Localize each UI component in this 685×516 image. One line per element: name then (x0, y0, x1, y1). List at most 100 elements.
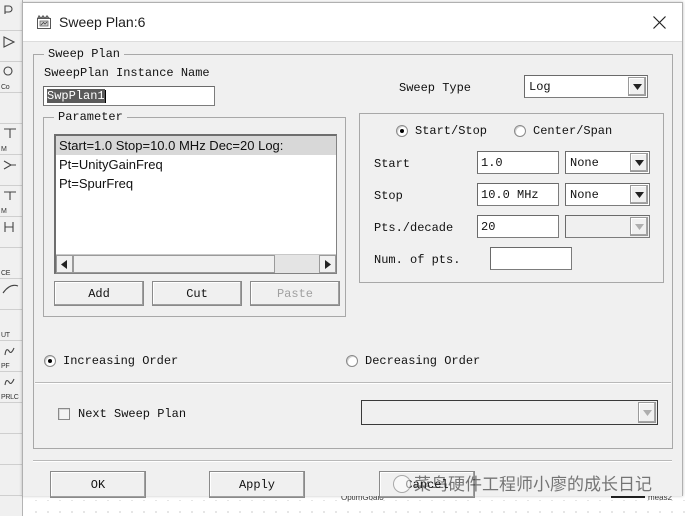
instance-name-value: SwpPlan1 (47, 89, 105, 103)
checkbox-indicator (58, 408, 70, 420)
center-span-radio-label: Center/Span (533, 124, 613, 138)
palette-item-curve[interactable] (0, 279, 22, 310)
palette-label-co: Co (1, 84, 10, 91)
palette-item-p[interactable] (0, 0, 22, 31)
start-unit-dropdown[interactable]: None (565, 151, 650, 174)
chevron-down-icon[interactable] (630, 185, 648, 204)
palette-label-ce: CE (1, 270, 11, 277)
palette-item-pf[interactable]: PF (0, 341, 22, 372)
palette-item-blank[interactable] (0, 93, 22, 124)
increasing-order-radio[interactable]: Increasing Order (44, 354, 178, 368)
schematic-grid-dots (26, 500, 685, 516)
start-unit-value: None (570, 155, 599, 170)
sweep-plan-group-title: Sweep Plan (44, 47, 125, 61)
palette-item-extra3[interactable] (0, 465, 22, 496)
palette-label-pf: PF (1, 363, 10, 370)
section-divider (35, 382, 671, 384)
dialog-titlebar[interactable]: Sweep Plan:6 (23, 3, 682, 42)
palette-item-m1[interactable]: M (0, 124, 22, 155)
radio-indicator (346, 355, 358, 367)
palette-item-prlc[interactable]: PRLC (0, 372, 22, 403)
palette-label-m2: M (1, 208, 7, 215)
dialog-title: Sweep Plan:6 (59, 14, 146, 30)
parameter-listbox[interactable]: Start=1.0 Stop=10.0 MHz Dec=20 Log: Pt=U… (54, 134, 337, 274)
sweep-type-dropdown[interactable]: Log (524, 75, 648, 98)
stop-input[interactable]: 10.0 MHz (477, 183, 559, 206)
radio-indicator (44, 355, 56, 367)
text-caret (104, 89, 106, 103)
listbox-horizontal-scrollbar[interactable] (56, 254, 336, 273)
palette-toolbar[interactable]: Co M M CE UT PF PRLC (0, 0, 23, 516)
scroll-thumb[interactable] (73, 255, 275, 273)
instance-name-input[interactable]: SwpPlan1 (43, 86, 215, 106)
scroll-track[interactable] (73, 255, 319, 273)
dialog-body: Sweep Plan SweepPlan Instance Name SwpPl… (23, 42, 682, 498)
start-stop-radio[interactable]: Start/Stop (396, 124, 487, 138)
apply-button[interactable]: Apply (209, 471, 305, 498)
next-sweep-plan-label: Next Sweep Plan (78, 407, 187, 421)
palette-item-extra4[interactable] (0, 496, 22, 516)
palette-label-ut: UT (1, 332, 10, 339)
stop-label: Stop (374, 189, 403, 203)
sweep-type-label: Sweep Type (399, 81, 472, 95)
decreasing-order-radio[interactable]: Decreasing Order (346, 354, 480, 368)
next-sweep-plan-checkbox[interactable]: Next Sweep Plan (58, 407, 186, 421)
start-stop-panel: Start/Stop Center/Span Start 1.0 None St… (359, 113, 664, 283)
palette-item-ce[interactable]: CE (0, 248, 22, 279)
add-button[interactable]: Add (54, 281, 144, 306)
chevron-down-icon[interactable] (638, 402, 656, 423)
instance-name-label: SweepPlan Instance Name (44, 66, 210, 80)
num-of-pts-label: Num. of pts. (374, 253, 461, 267)
sweep-plan-icon (36, 14, 52, 30)
stop-unit-dropdown[interactable]: None (565, 183, 650, 206)
next-sweep-plan-dropdown[interactable] (361, 400, 658, 425)
schematic-meas-line (611, 496, 645, 498)
parameter-groupbox: Parameter Start=1.0 Stop=10.0 MHz Dec=20… (43, 110, 346, 317)
stop-value: 10.0 MHz (481, 187, 539, 202)
palette-item-extra[interactable] (0, 403, 22, 434)
ok-button[interactable]: OK (50, 471, 146, 498)
paste-button[interactable]: Paste (250, 281, 340, 306)
center-span-radio[interactable]: Center/Span (514, 124, 612, 138)
num-of-pts-input[interactable] (490, 247, 572, 270)
scroll-right-icon[interactable] (319, 255, 336, 273)
palette-item-h[interactable] (0, 217, 22, 248)
cut-button[interactable]: Cut (152, 281, 242, 306)
close-icon[interactable] (637, 3, 682, 41)
palette-item-co[interactable]: Co (0, 62, 22, 93)
sweep-plan-groupbox: Sweep Plan SweepPlan Instance Name SwpPl… (33, 47, 673, 449)
screenshot-root: OptimGoal3 meas2 Co M M CE UT PF PRLC Sw… (0, 0, 685, 516)
pts-per-decade-label: Pts./decade (374, 221, 454, 235)
footer-divider (33, 460, 672, 462)
pts-per-decade-unit-dropdown[interactable] (565, 215, 650, 238)
decreasing-order-label: Decreasing Order (365, 354, 481, 368)
list-item[interactable]: Pt=UnityGainFreq (56, 155, 336, 174)
start-input[interactable]: 1.0 (477, 151, 559, 174)
parameter-group-title: Parameter (54, 110, 127, 124)
cancel-button[interactable]: Cancel (379, 471, 475, 498)
palette-item-arrow[interactable] (0, 31, 22, 62)
start-stop-radio-label: Start/Stop (415, 124, 488, 138)
palette-item-m2[interactable]: M (0, 186, 22, 217)
palette-item-x[interactable] (0, 155, 22, 186)
sweep-type-value: Log (529, 79, 551, 94)
sweep-plan-dialog: Sweep Plan:6 Sweep Plan SweepPlan Instan… (22, 2, 683, 498)
start-label: Start (374, 157, 411, 171)
increasing-order-label: Increasing Order (63, 354, 179, 368)
scroll-left-icon[interactable] (56, 255, 73, 273)
stop-unit-value: None (570, 187, 599, 202)
palette-label-m1: M (1, 146, 7, 153)
palette-label-prlc: PRLC (1, 394, 19, 401)
list-item[interactable]: Start=1.0 Stop=10.0 MHz Dec=20 Log: (56, 136, 336, 155)
start-value: 1.0 (481, 155, 503, 170)
palette-item-extra2[interactable] (0, 434, 22, 465)
chevron-down-icon[interactable] (630, 217, 648, 236)
radio-indicator (396, 125, 408, 137)
radio-indicator (514, 125, 526, 137)
palette-item-ut[interactable]: UT (0, 310, 22, 341)
pts-per-decade-value: 20 (481, 219, 496, 234)
chevron-down-icon[interactable] (630, 153, 648, 172)
list-item[interactable]: Pt=SpurFreq (56, 174, 336, 193)
pts-per-decade-input[interactable]: 20 (477, 215, 559, 238)
chevron-down-icon[interactable] (628, 77, 646, 96)
